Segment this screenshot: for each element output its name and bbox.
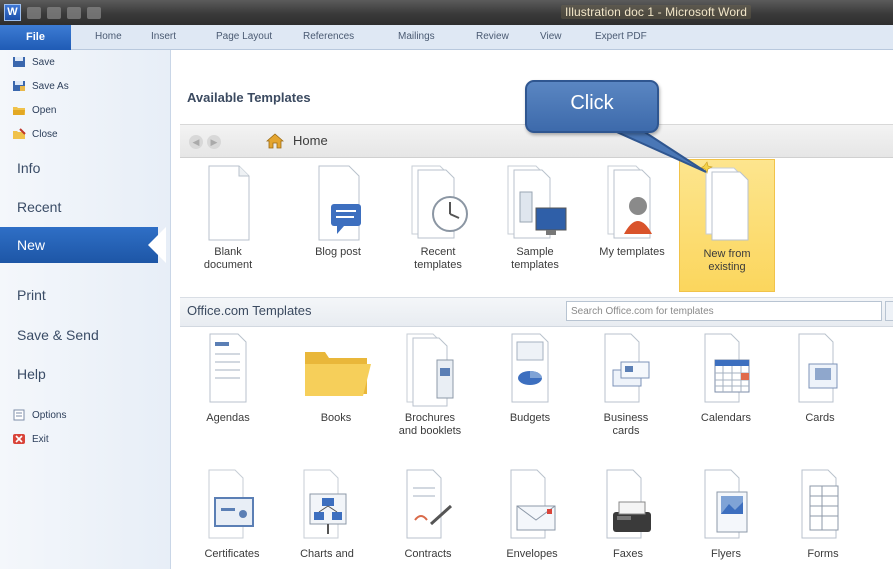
callout-text: Click bbox=[570, 92, 614, 114]
callout-pointer bbox=[609, 128, 707, 173]
